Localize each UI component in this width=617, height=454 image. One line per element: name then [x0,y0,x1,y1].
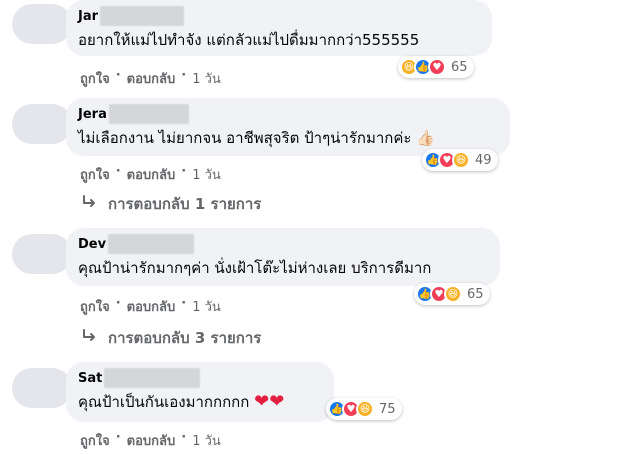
comment-author[interactable]: Sat [78,368,322,388]
author-name-redacted [104,368,201,388]
avatar[interactable] [12,104,72,144]
comment-actions: ถูกใจ · ตอบกลับ · 1 วัน [80,68,221,89]
author-name[interactable]: Jar [78,9,98,24]
like-link[interactable]: ถูกใจ [80,296,110,317]
separator: · [115,68,121,83]
comment-text: อยากให้แม่ไปทำจัง แต่กลัวแม่ไปดื่มมากกว่… [78,31,420,49]
replies-count-label[interactable]: การตอบกลับ 1 รายการ [108,192,261,216]
timestamp[interactable]: 1 วัน [192,430,221,451]
heart-emoji-icon: ❤❤ [254,391,285,412]
reaction-summary[interactable]: 👍 ♥ 😆 49 [422,149,498,171]
comment-text: คุณป้าน่ารักมากๆค่า นั่งเฝ้าโต๊ะไม่ห่างเ… [78,259,432,277]
view-replies-link[interactable]: การตอบกลับ 1 รายการ [82,192,261,216]
haha-reaction-icon: 😆 [452,151,470,169]
timestamp[interactable]: 1 วัน [192,164,221,185]
like-link[interactable]: ถูกใจ [80,68,110,89]
avatar[interactable] [12,368,72,408]
separator: · [181,68,187,83]
separator: · [115,164,121,179]
reaction-count: 65 [451,59,468,75]
author-name[interactable]: Jera [78,107,107,122]
timestamp[interactable]: 1 วัน [192,296,221,317]
comment-author[interactable]: Jar [78,6,480,26]
replies-count-label[interactable]: การตอบกลับ 3 รายการ [108,326,261,350]
love-reaction-icon: ♥ [428,58,446,76]
comment-text-body: คุณป้าเป็นกันเองมากกกกก [78,393,250,411]
view-replies-link[interactable]: การตอบกลับ 3 รายการ [82,326,261,350]
like-link[interactable]: ถูกใจ [80,430,110,451]
comment-actions: ถูกใจ · ตอบกลับ · 1 วัน [80,164,221,185]
author-name[interactable]: Dev [78,237,106,252]
separator: · [115,296,121,311]
timestamp[interactable]: 1 วัน [192,68,221,89]
reaction-count: 75 [379,401,396,417]
author-name-redacted [100,6,185,26]
avatar[interactable] [12,4,72,44]
comment-bubble: Dev คุณป้าน่ารักมากๆค่า นั่งเฝ้าโต๊ะไม่ห… [66,228,500,286]
comment-bubble: Jera ไม่เลือกงาน ไม่ยากจน อาชีพสุจริต ป้… [66,98,510,156]
author-name-redacted [108,234,195,254]
haha-reaction-icon: 😆 [444,285,462,303]
comment-bubble: Jar อยากให้แม่ไปทำจัง แต่กลัวแม่ไปดื่มมา… [66,0,492,56]
haha-reaction-icon: 😆 [356,400,374,418]
author-name[interactable]: Sat [78,371,102,386]
reply-arrow-icon [82,329,98,347]
separator: · [115,430,121,445]
reaction-summary[interactable]: 👍 ♥ 😆 75 [326,398,402,420]
comment-bubble: Sat คุณป้าเป็นกันเองมากกกกก ❤❤ [66,362,334,422]
reaction-count: 49 [475,152,492,168]
reaction-summary[interactable]: 😆 👍 ♥ 65 [398,56,474,78]
comment-actions: ถูกใจ · ตอบกลับ · 1 วัน [80,430,221,451]
avatar[interactable] [12,234,72,274]
separator: · [181,296,187,311]
reply-link[interactable]: ตอบกลับ [127,164,176,185]
reply-link[interactable]: ตอบกลับ [127,296,176,317]
reaction-count: 65 [467,286,484,302]
reaction-summary[interactable]: 👍 ♥ 😆 65 [414,283,490,305]
like-link[interactable]: ถูกใจ [80,164,110,185]
separator: · [181,164,187,179]
reply-link[interactable]: ตอบกลับ [127,68,176,89]
author-name-redacted [108,104,189,124]
reply-link[interactable]: ตอบกลับ [127,430,176,451]
reply-arrow-icon [82,195,98,213]
comment-actions: ถูกใจ · ตอบกลับ · 1 วัน [80,296,221,317]
comment-text: คุณป้าเป็นกันเองมากกกกก ❤❤ [78,390,322,414]
comment-text: ไม่เลือกงาน ไม่ยากจน อาชีพสุจริต ป้าๆน่า… [78,129,435,147]
comment-author[interactable]: Jera [78,104,498,124]
comment-author[interactable]: Dev [78,234,488,254]
separator: · [181,430,187,445]
